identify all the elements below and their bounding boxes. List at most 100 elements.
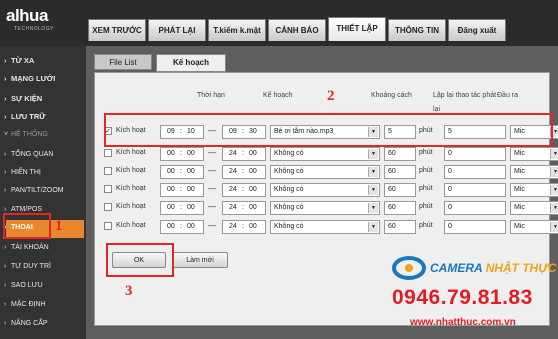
start-minute[interactable]: 00 [187,166,195,178]
sidebar-item-tu-duy-tri[interactable]: › TỰ DUY TRÌ [4,263,51,270]
start-time-input[interactable]: 00:00 [160,183,204,197]
start-hour[interactable]: 00 [167,184,175,196]
start-minute[interactable]: 00 [187,202,195,214]
refresh-button[interactable]: Làm mới [172,252,228,268]
audio-file-select[interactable]: Không có ▼ [270,165,380,179]
start-time-input[interactable]: 00:00 [160,147,204,161]
tab-tim-kiem[interactable]: T.kiếm k.mật [208,19,266,41]
enable-checkbox[interactable] [104,185,112,193]
repeat-input[interactable]: 0 [444,165,506,179]
repeat-input[interactable]: 0 [444,220,506,234]
end-time-input[interactable]: 24:00 [222,147,266,161]
annotation-number-2: 2 [327,88,335,104]
sidebar-item-hien-thi[interactable]: › HIỂN THỊ [4,169,41,176]
end-minute[interactable]: 00 [249,148,257,160]
dahua-logo: alhua [6,6,48,25]
end-hour[interactable]: 24 [229,184,237,196]
output-select[interactable]: Mic ▼ [510,201,558,215]
start-hour[interactable]: 00 [167,166,175,178]
sidebar-item-ptz[interactable]: › PAN/TILT/ZOOM [4,187,64,194]
repeat-input[interactable]: 0 [444,147,506,161]
dropdown-arrow-icon[interactable]: ▼ [368,203,378,213]
chevron-right-icon: › [4,282,7,289]
sidebar-item-tong-quan[interactable]: › TỔNG QUAN [4,151,53,158]
chevron-right-icon: › [4,301,7,308]
sidebar-item-su-kien[interactable]: › SỰ KIỆN [4,94,42,103]
chevron-right-icon: › [4,169,7,176]
start-minute[interactable]: 00 [187,184,195,196]
start-hour[interactable]: 00 [167,202,175,214]
audio-file-select[interactable]: Không có ▼ [270,183,380,197]
interval-input[interactable]: 60 [384,165,416,179]
interval-input[interactable]: 60 [384,183,416,197]
sidebar-item-atm-pos[interactable]: › ATM/POS [4,206,42,213]
audio-file-select[interactable]: Không có ▼ [270,220,380,234]
start-time-input[interactable]: 00:00 [160,165,204,179]
sidebar-item-sao-luu[interactable]: › SAO LƯU [4,282,43,289]
schedule-row: Kích hoạt 00:00—24:00 Không có ▼ 60 phút 0 Mic ▼ [104,182,558,198]
sidebar-item-mac-dinh[interactable]: › MẶC ĐỊNH [4,301,46,308]
interval-input[interactable]: 60 [384,220,416,234]
dropdown-arrow-icon[interactable]: ▼ [368,222,378,232]
output-value: Mic [514,150,525,157]
end-time-input[interactable]: 24:00 [222,165,266,179]
end-time-input[interactable]: 24:00 [222,220,266,234]
enable-checkbox[interactable] [104,167,112,175]
tab-thong-tin[interactable]: THÔNG TIN [388,19,446,41]
audio-file-select[interactable]: Không có ▼ [270,147,380,161]
end-minute[interactable]: 00 [249,184,257,196]
start-minute[interactable]: 00 [187,221,195,233]
chevron-right-icon: › [4,94,7,103]
output-select[interactable]: Mic ▼ [510,183,558,197]
schedule-row: Kích hoạt 00:00—24:00 Không có ▼ 60 phút 0 Mic ▼ [104,200,558,216]
start-hour[interactable]: 00 [167,221,175,233]
sidebar-item-tu-xa[interactable]: › TỪ XA [4,56,34,65]
enable-checkbox[interactable] [104,203,112,211]
dropdown-arrow-icon[interactable]: ▼ [550,167,558,177]
repeat-input[interactable]: 0 [444,183,506,197]
start-time-input[interactable]: 00:00 [160,201,204,215]
output-select[interactable]: Mic ▼ [510,165,558,179]
interval-input[interactable]: 60 [384,201,416,215]
end-time-input[interactable]: 24:00 [222,183,266,197]
end-hour[interactable]: 24 [229,202,237,214]
tab-canh-bao[interactable]: CẢNH BÁO [268,19,326,41]
dropdown-arrow-icon[interactable]: ▼ [368,149,378,159]
enable-checkbox[interactable] [104,149,112,157]
audio-file-select[interactable]: Không có ▼ [270,201,380,215]
dropdown-arrow-icon[interactable]: ▼ [550,185,558,195]
end-time-input[interactable]: 24:00 [222,201,266,215]
dropdown-arrow-icon[interactable]: ▼ [368,185,378,195]
end-hour[interactable]: 24 [229,221,237,233]
end-minute[interactable]: 00 [249,166,257,178]
dropdown-arrow-icon[interactable]: ▼ [550,222,558,232]
interval-input[interactable]: 60 [384,147,416,161]
tab-dang-xuat[interactable]: Đăng xuất [448,19,506,41]
sidebar-item-luu-tru[interactable]: › LƯU TRỮ [4,112,46,121]
time-separator: : [180,168,182,175]
sidebar-item-mang-luoi[interactable]: › MẠNG LƯỚI [4,74,55,83]
end-minute[interactable]: 00 [249,202,257,214]
end-hour[interactable]: 24 [229,166,237,178]
sidebar-item-he-thong[interactable]: ˅ HỆ THỐNG [4,131,48,138]
repeat-input[interactable]: 0 [444,201,506,215]
output-select[interactable]: Mic ▼ [510,147,558,161]
start-time-input[interactable]: 00:00 [160,220,204,234]
tab-file-list[interactable]: File List [94,54,152,70]
enable-label: Kích hoạt [116,167,146,174]
start-minute[interactable]: 00 [187,148,195,160]
dropdown-arrow-icon[interactable]: ▼ [368,167,378,177]
tab-thiet-lap[interactable]: THIẾT LẬP [328,17,386,41]
tab-ke-hoach[interactable]: Kế hoạch [156,54,226,72]
end-hour[interactable]: 24 [229,148,237,160]
tab-phat-lai[interactable]: PHÁT LẠI [148,19,206,41]
start-hour[interactable]: 00 [167,148,175,160]
dropdown-arrow-icon[interactable]: ▼ [550,149,558,159]
dropdown-arrow-icon[interactable]: ▼ [550,203,558,213]
end-minute[interactable]: 00 [249,221,257,233]
tab-xem-truoc[interactable]: XEM TRƯỚC [88,19,146,41]
output-select[interactable]: Mic ▼ [510,220,558,234]
enable-checkbox[interactable] [104,222,112,230]
sidebar-item-nang-cap[interactable]: › NÂNG CẤP [4,320,48,327]
sidebar-item-tai-khoan[interactable]: › TÀI KHOẢN [4,244,49,251]
